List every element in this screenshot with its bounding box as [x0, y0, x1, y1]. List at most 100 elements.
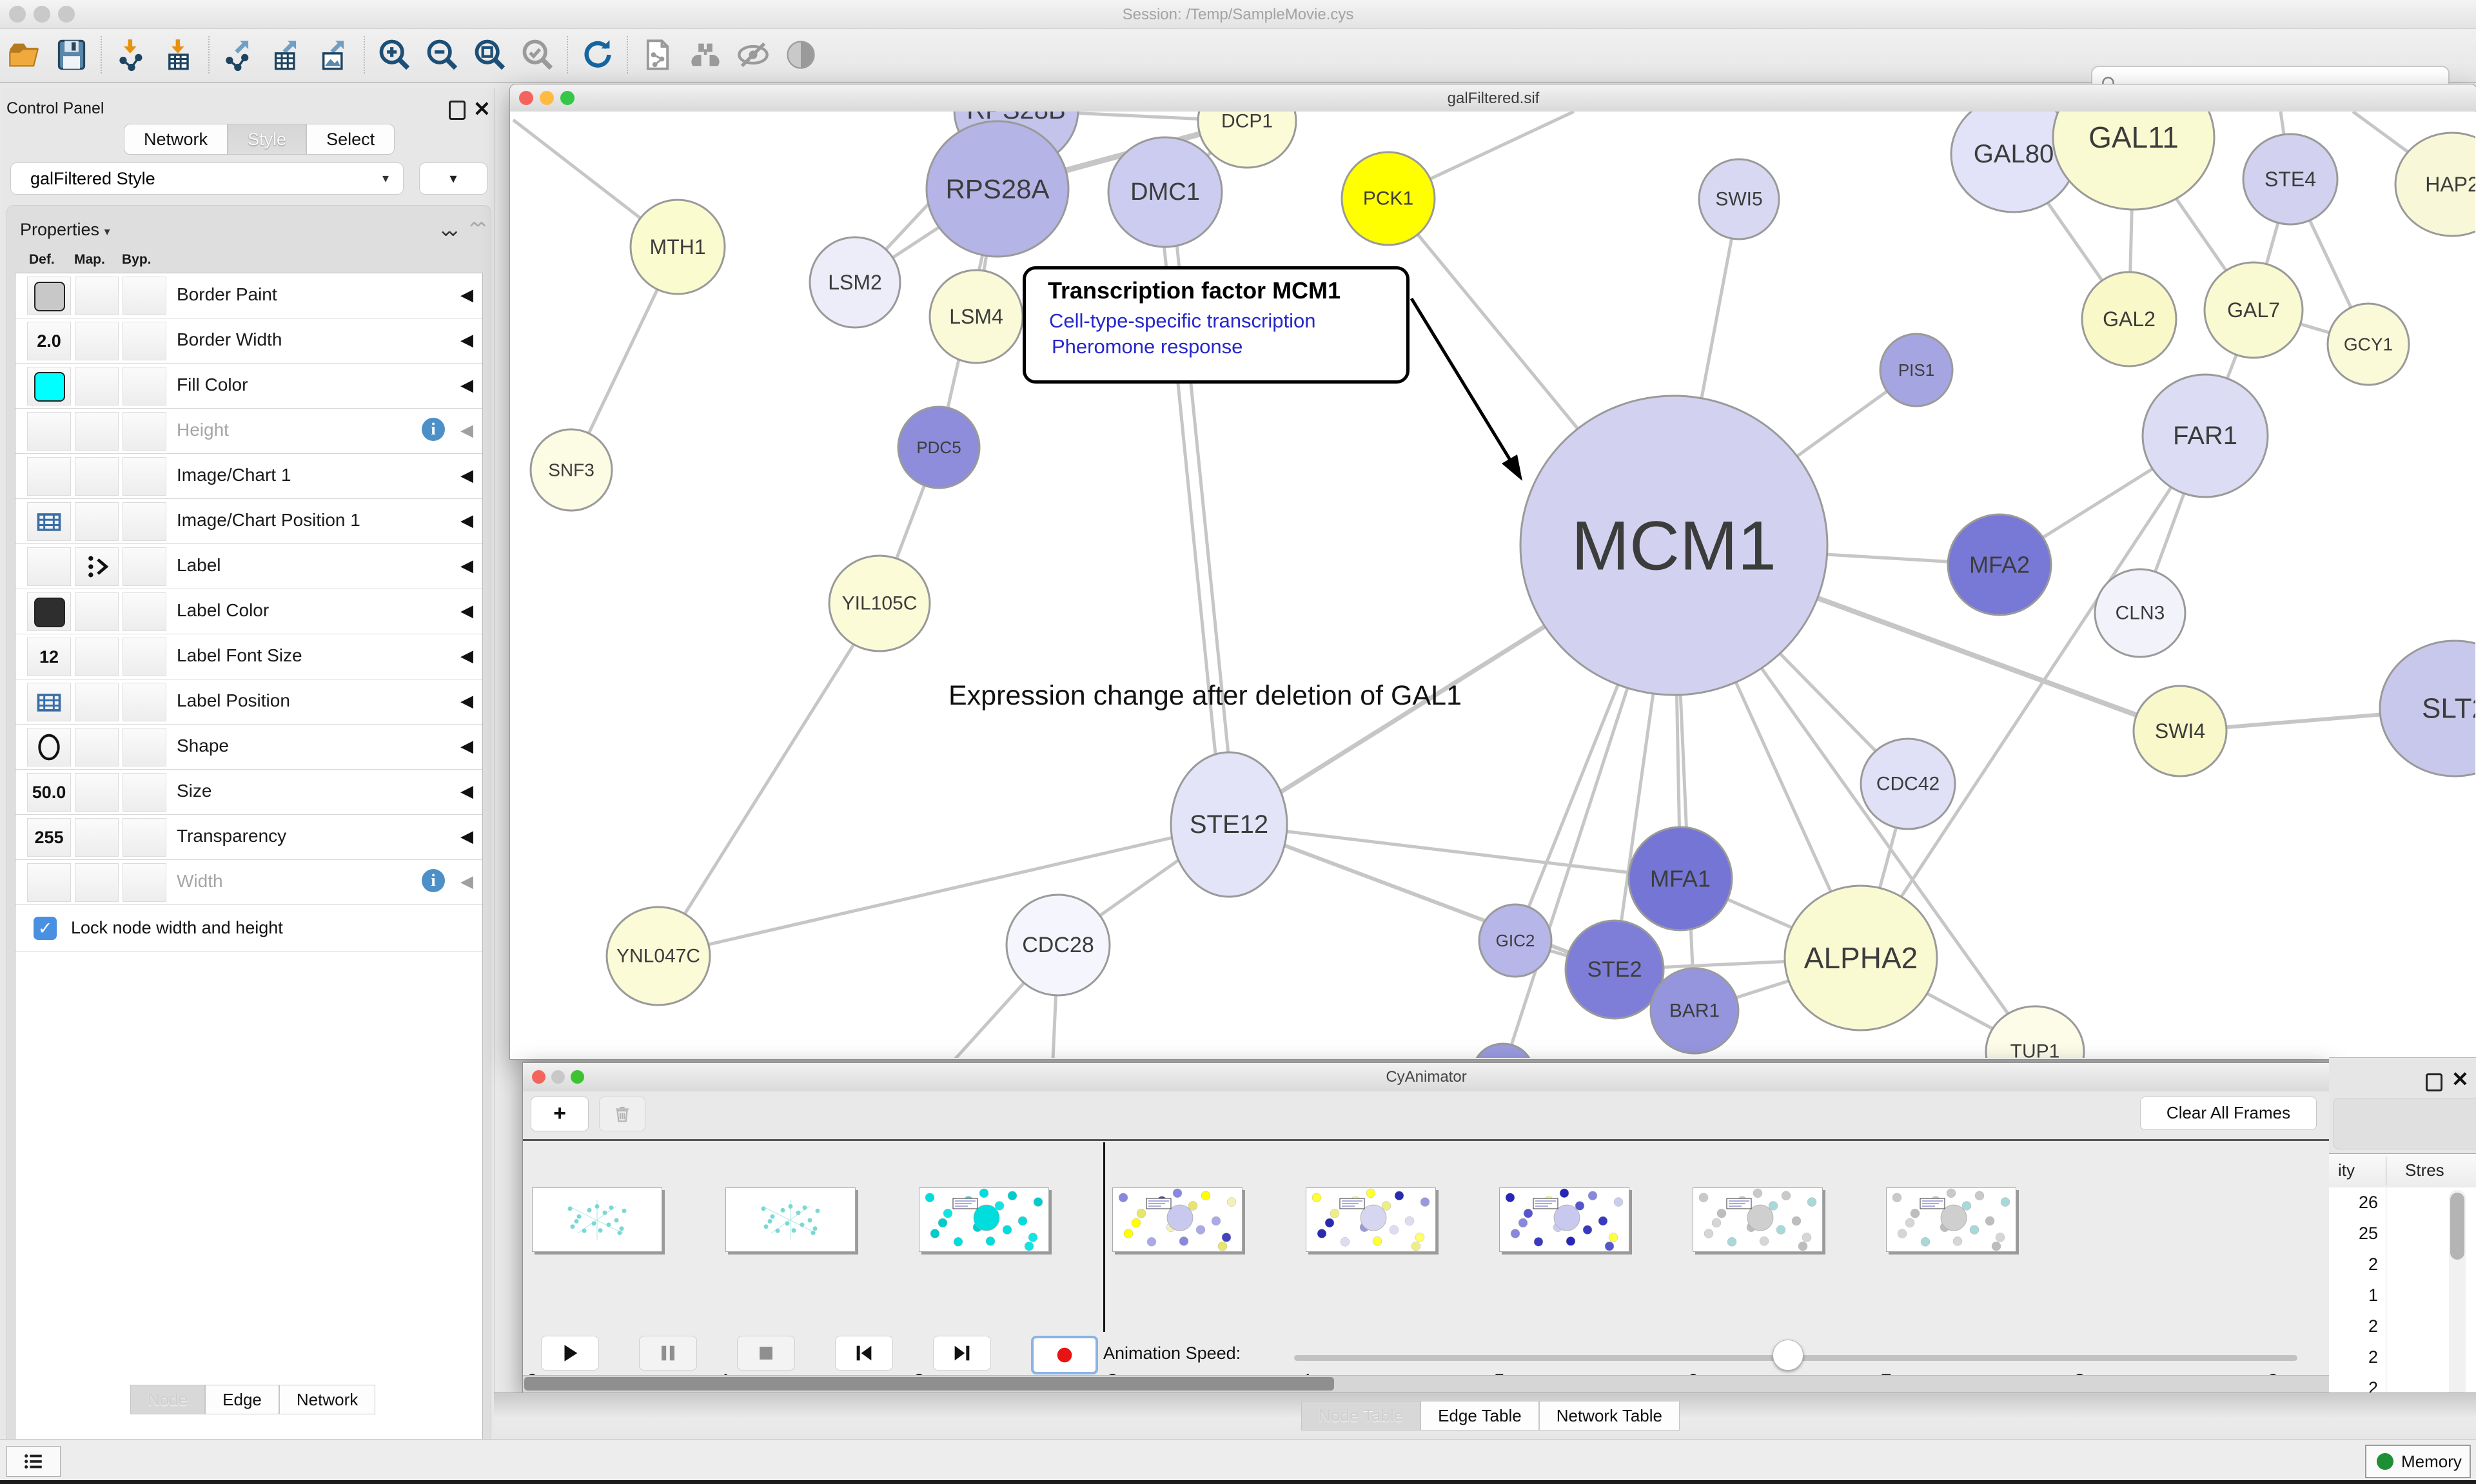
export-network-button[interactable] [215, 32, 263, 77]
table-cell[interactable]: 2 [2329, 1316, 2378, 1336]
network-node-GAL7[interactable]: GAL7 [2205, 262, 2303, 358]
mapping-cell[interactable] [75, 818, 119, 857]
network-node-STE2[interactable]: STE2 [1566, 921, 1664, 1019]
default-cell[interactable]: 12 [27, 638, 71, 676]
zoom-in-button[interactable] [371, 32, 418, 77]
network-node-CLN3[interactable]: CLN3 [2095, 569, 2185, 657]
table-cell[interactable]: 25 [2329, 1224, 2378, 1244]
annotation-link-2[interactable]: Pheromone response [1052, 335, 1243, 358]
property-row-shape[interactable]: Shape◀ [15, 725, 482, 770]
zoom-selected-button[interactable] [514, 32, 562, 77]
property-row-size[interactable]: 50.0Size◀ [15, 770, 482, 815]
task-history-button[interactable] [6, 1446, 61, 1477]
timeline-playhead[interactable] [1103, 1142, 1105, 1346]
collapse-arrow-icon[interactable]: ◀ [460, 420, 473, 440]
tab-style[interactable]: Style [228, 124, 306, 155]
annotation-link-1[interactable]: Cell-type-specific transcription [1049, 309, 1315, 333]
bypass-cell[interactable] [123, 638, 166, 676]
default-cell[interactable] [27, 592, 71, 631]
frame-thumbnail-0[interactable] [532, 1187, 662, 1252]
network-node-MTH1[interactable]: MTH1 [631, 200, 725, 294]
property-row-label-color[interactable]: Label Color◀ [15, 589, 482, 634]
network-node-DMC1[interactable]: DMC1 [1108, 137, 1222, 247]
network-node-GAL11[interactable]: GAL11 [2053, 112, 2214, 210]
lock-size-checkbox[interactable]: ✓ [34, 917, 57, 940]
table-cell[interactable]: 2 [2329, 1347, 2378, 1367]
network-node-LSM2[interactable]: LSM2 [810, 237, 900, 327]
pause-button[interactable] [639, 1336, 697, 1371]
network-node-RPS28A[interactable]: RPS28A [927, 121, 1068, 257]
animation-timeline[interactable]: 0123456789 Seconds [523, 1141, 2330, 1332]
default-cell[interactable]: 50.0 [27, 773, 71, 812]
collapse-arrow-icon[interactable]: ◀ [460, 285, 473, 305]
annotation-box[interactable]: Transcription factor MCM1 Cell-type-spec… [1023, 266, 1410, 384]
property-row-transparency[interactable]: 255Transparency◀ [15, 815, 482, 860]
network-node-LSM4[interactable]: LSM4 [930, 270, 1023, 363]
property-row-label-font-size[interactable]: 12Label Font Size◀ [15, 634, 482, 679]
bypass-cell[interactable] [123, 412, 166, 451]
collapse-arrow-icon[interactable]: ◀ [460, 872, 473, 892]
network-node-MFA2[interactable]: MFA2 [1948, 514, 2051, 615]
network-node-STE12[interactable]: STE12 [1171, 752, 1287, 897]
mapping-cell[interactable] [75, 683, 119, 721]
default-cell[interactable] [27, 277, 71, 315]
mapping-cell[interactable] [75, 592, 119, 631]
mapping-cell[interactable] [75, 863, 119, 902]
network-node-SLT2[interactable]: SLT2 [2380, 641, 2475, 776]
bypass-cell[interactable] [123, 502, 166, 541]
mapping-cell[interactable] [75, 773, 119, 812]
import-table-button[interactable] [155, 32, 203, 77]
default-cell[interactable] [27, 502, 71, 541]
network-node-CDC28[interactable]: CDC28 [1007, 895, 1110, 995]
collapse-arrow-icon[interactable]: ◀ [460, 511, 473, 531]
network-node-PIS1[interactable]: PIS1 [1880, 334, 1952, 406]
network-node-GIC2[interactable]: GIC2 [1479, 904, 1551, 977]
collapse-all-icon[interactable]: ⌃⌃ [466, 219, 480, 241]
network-node-TUP1[interactable]: TUP1 [1986, 1006, 2084, 1058]
default-cell[interactable] [27, 728, 71, 766]
float-panel-icon[interactable] [449, 101, 466, 120]
bypass-cell[interactable] [123, 592, 166, 631]
close-panel-icon[interactable]: ✕ [2451, 1067, 2469, 1091]
mapping-cell[interactable] [75, 638, 119, 676]
property-row-border-paint[interactable]: Border Paint◀ [15, 273, 482, 318]
default-cell[interactable]: 255 [27, 818, 71, 857]
property-row-label-position[interactable]: Label Position◀ [15, 679, 482, 725]
property-row-label[interactable]: Label◀ [15, 544, 482, 589]
bypass-cell[interactable] [123, 773, 166, 812]
bypass-cell[interactable] [123, 683, 166, 721]
play-button[interactable] [541, 1336, 599, 1371]
tab-edge-table[interactable]: Edge Table [1420, 1401, 1539, 1430]
mapping-cell[interactable] [75, 547, 119, 586]
float-panel-icon[interactable] [2426, 1073, 2442, 1091]
bypass-cell[interactable] [123, 322, 166, 360]
skip-start-button[interactable] [835, 1336, 893, 1371]
mapping-cell[interactable] [75, 728, 119, 766]
collapse-arrow-icon[interactable]: ◀ [460, 465, 473, 485]
bypass-cell[interactable] [123, 277, 166, 315]
tab-select[interactable]: Select [306, 124, 395, 155]
zoom-fit-button[interactable] [466, 32, 514, 77]
network-node-MCM1[interactable]: MCM1 [1520, 396, 1827, 695]
network-node-bottomcut[interactable] [1473, 1044, 1533, 1058]
timeline-scrollbar[interactable] [523, 1375, 2330, 1392]
collapse-arrow-icon[interactable]: ◀ [460, 330, 473, 350]
mapping-cell[interactable] [75, 322, 119, 360]
network-node-YNL047C[interactable]: YNL047C [607, 907, 710, 1005]
frame-thumbnail-6[interactable] [1693, 1187, 1823, 1252]
column-header[interactable]: ity [2338, 1160, 2355, 1180]
collapse-arrow-icon[interactable]: ◀ [460, 556, 473, 576]
tab-network[interactable]: Network [279, 1385, 375, 1414]
stop-button[interactable] [737, 1336, 795, 1371]
default-cell[interactable] [27, 367, 71, 405]
network-node-CDC42[interactable]: CDC42 [1861, 739, 1955, 829]
property-row-width[interactable]: Widthi◀ [15, 860, 482, 905]
export-image-button[interactable] [311, 32, 359, 77]
mapping-cell[interactable] [75, 412, 119, 451]
clear-all-frames-button[interactable]: Clear All Frames [2140, 1097, 2317, 1130]
frame-thumbnail-5[interactable] [1499, 1187, 1629, 1252]
property-row-height[interactable]: Heighti◀ [15, 409, 482, 454]
network-node-STE4[interactable]: STE4 [2243, 134, 2337, 224]
network-node-FAR1[interactable]: FAR1 [2143, 375, 2268, 497]
frame-thumbnail-4[interactable] [1306, 1187, 1436, 1252]
